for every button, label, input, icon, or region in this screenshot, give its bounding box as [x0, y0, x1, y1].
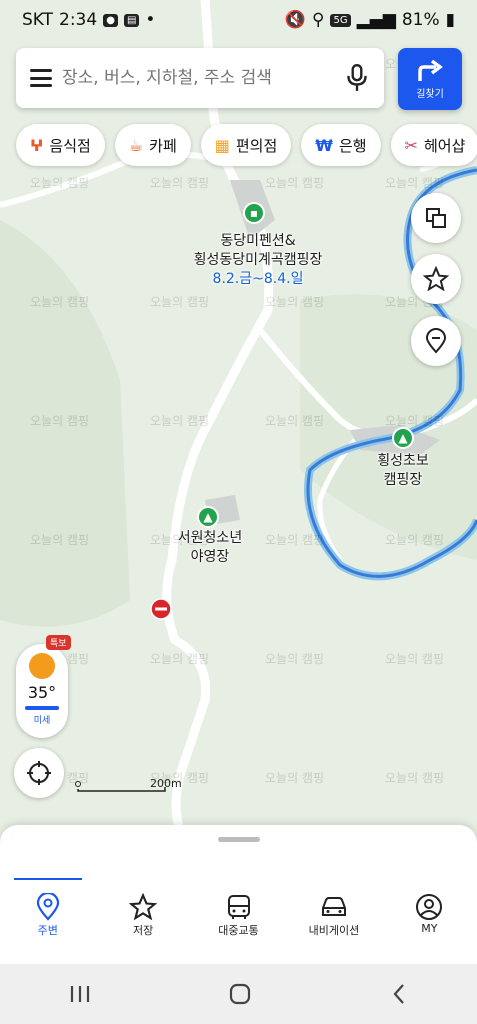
campsite-marker[interactable]: ▲ [392, 427, 414, 449]
fork-knife-icon: ⵖ [30, 135, 44, 155]
place-name: 동당미펜션& [220, 233, 296, 249]
place-name: 캠핑장 [383, 472, 423, 488]
dot-icon: • [145, 10, 156, 30]
favorites-button[interactable] [411, 254, 461, 304]
layers-icon [426, 208, 446, 228]
chip-hair-salon[interactable]: ✂ 헤어샵 [390, 124, 477, 166]
tab-transit[interactable]: 대중교통 [191, 880, 286, 964]
battery-icon: ▮ [445, 10, 455, 30]
campsite-marker[interactable]: ▲ [197, 506, 219, 528]
place-label-seowon-youth[interactable]: 서원청소년 야영장 [178, 529, 242, 567]
coffee-icon: ☕ [128, 135, 144, 155]
weather-alert-badge[interactable]: 특보 [46, 635, 71, 650]
star-icon [129, 893, 158, 921]
current-location-button[interactable] [14, 748, 64, 798]
chip-label: 카페 [149, 136, 177, 155]
system-nav-bar [0, 964, 477, 1024]
chip-cafe[interactable]: ☕ 카페 [114, 124, 191, 166]
recent-apps-icon[interactable] [68, 984, 92, 1004]
place-pin-button[interactable] [411, 316, 461, 366]
place-name: 서원청소년 [177, 530, 243, 546]
chip-label: 편의점 [235, 136, 278, 155]
back-icon[interactable] [389, 982, 409, 1006]
dust-level-bar [25, 706, 59, 710]
layers-button[interactable] [411, 193, 461, 243]
mute-icon: 🔇 [284, 10, 307, 30]
carrier-label: SKT [22, 10, 54, 30]
weather-widget[interactable]: 35° 미세 [16, 644, 68, 738]
tab-navigation[interactable]: 내비게이션 [286, 880, 381, 964]
chip-label: 음식점 [49, 136, 91, 155]
network-type: 5G [330, 13, 351, 27]
car-icon [321, 897, 346, 916]
status-bar: SKT 2:34 ● ▤ • 🔇 ⚲ 5G ▂▄▆ 81% ▮ [0, 0, 477, 40]
bottom-tab-bar: 주변 저장 대중교통 내비게이션 MY [0, 880, 477, 964]
tab-label: MY [421, 922, 438, 935]
search-bar[interactable] [16, 48, 384, 108]
clock: 2:34 [59, 10, 98, 30]
event-date: 8.2.금~8.4.일 [212, 271, 304, 287]
chip-label: 헤어샵 [423, 136, 466, 155]
place-label-hoengseong-chobo[interactable]: 횡성초보 캠핑장 [377, 452, 429, 490]
drag-handle[interactable] [218, 837, 260, 842]
battery-level: 81% [401, 10, 440, 30]
search-input[interactable] [60, 67, 344, 89]
store-icon: ▦ [214, 135, 230, 155]
directions-label: 길찾기 [416, 88, 444, 100]
sun-icon [29, 653, 55, 679]
chip-restaurant[interactable]: ⵖ 음식점 [16, 124, 105, 166]
tab-label: 대중교통 [218, 924, 259, 937]
place-label-dongdangmi[interactable]: 동당미펜션& 횡성동당미계곡캠핑장 8.2.금~8.4.일 [194, 232, 323, 289]
place-name: 횡성초보 [377, 453, 429, 469]
signal-icon: ▂▄▆ [356, 10, 396, 30]
place-name: 야영장 [190, 549, 230, 565]
home-icon[interactable] [228, 982, 252, 1006]
road-closed-icon[interactable] [150, 598, 172, 620]
talk-notification-icon: ● [103, 13, 118, 27]
won-icon: ₩ [315, 135, 333, 155]
chip-bank[interactable]: ₩ 은행 [301, 124, 381, 166]
temperature: 35° [27, 683, 57, 702]
crosshair-icon [27, 761, 51, 785]
tab-nearby[interactable]: 주변 [0, 880, 95, 964]
directions-button[interactable]: 길찾기 [398, 48, 462, 110]
menu-icon[interactable] [30, 69, 52, 87]
tab-my[interactable]: MY [382, 880, 477, 964]
scale-label: 200m [150, 777, 182, 790]
campsite-marker[interactable]: ▪ [243, 202, 265, 224]
chip-convenience-store[interactable]: ▦ 편의점 [200, 124, 292, 166]
chip-label: 은행 [338, 136, 367, 155]
tab-label: 저장 [132, 924, 154, 937]
location-pin-icon [36, 893, 59, 921]
microphone-icon[interactable] [344, 63, 370, 93]
message-notification-icon: ▤ [123, 13, 140, 27]
star-icon [423, 266, 449, 292]
map-pin-icon [425, 328, 447, 354]
location-status-icon: ⚲ [312, 10, 325, 30]
scissors-icon: ✂ [404, 135, 418, 155]
tab-saved[interactable]: 저장 [95, 880, 190, 964]
tab-label: 내비게이션 [308, 924, 360, 937]
place-name: 횡성동당미계곡캠핑장 [193, 252, 323, 268]
category-chips: ⵖ 음식점 ☕ 카페 ▦ 편의점 ₩ 은행 ✂ 헤어샵 [16, 124, 477, 166]
dust-label: 미세 [33, 716, 51, 726]
profile-icon [416, 894, 443, 920]
turn-right-arrow-icon [418, 59, 443, 81]
tab-label: 주변 [37, 924, 58, 937]
bus-icon [227, 895, 250, 919]
